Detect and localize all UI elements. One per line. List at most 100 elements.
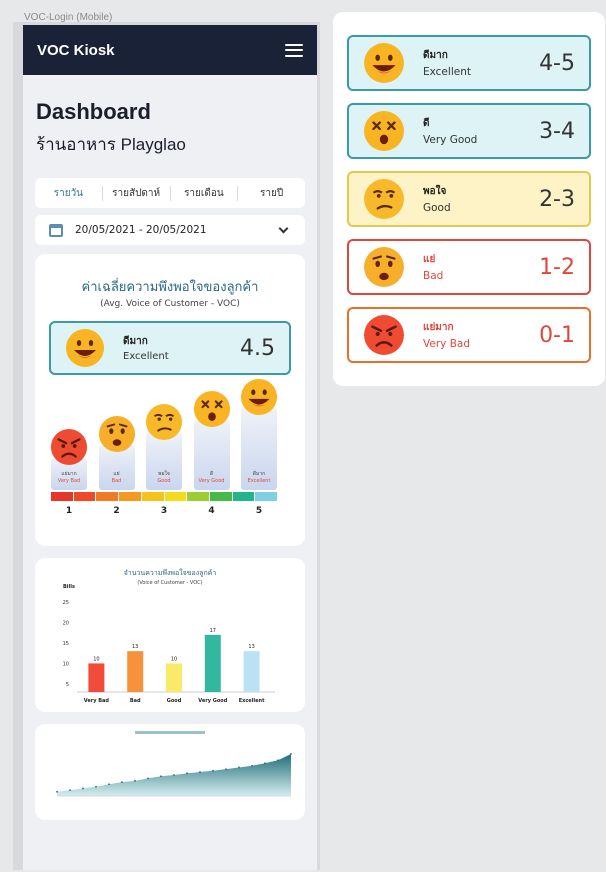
avg-score: 4.5 xyxy=(240,335,275,361)
tab-daily[interactable]: รายวัน xyxy=(35,186,102,201)
legend-text: ดีมาก Excellent xyxy=(423,48,539,78)
legend-label-en: Very Good xyxy=(423,134,478,146)
x-tick-label: Bad xyxy=(130,698,141,704)
trend-point xyxy=(251,764,253,767)
scale-color-segment xyxy=(187,492,209,501)
scale-label-en: Bad xyxy=(111,478,122,484)
dizzy-face-icon xyxy=(193,391,230,428)
y-tick-label: 10 xyxy=(63,661,69,667)
shop-name: ร้านอาหาร Playglao xyxy=(36,135,186,154)
legend-label-en: Very Bad xyxy=(423,338,470,350)
trend-title-placeholder xyxy=(135,731,205,734)
scale-color-segment xyxy=(73,492,96,501)
tab-monthly[interactable]: รายเดือน xyxy=(169,185,238,201)
trend-point xyxy=(108,783,110,786)
top-bar: VOC Kiosk xyxy=(23,25,317,75)
mobile-frame: VOC Kiosk Dashboard ร้านอาหาร Playglao ร… xyxy=(13,22,320,870)
scale-number: 5 xyxy=(255,506,263,516)
scale-color-segment xyxy=(51,492,73,501)
trend-point xyxy=(264,762,266,765)
avg-label-en: Excellent xyxy=(123,351,169,362)
legend-range: 3-4 xyxy=(539,118,575,144)
date-range-text: 20/05/2021 - 20/05/2021 xyxy=(75,224,207,236)
app-title: VOC Kiosk xyxy=(37,41,115,59)
scale-color-segment xyxy=(255,492,278,501)
trend-point xyxy=(199,771,201,773)
scale-number: 1 xyxy=(65,506,73,516)
period-tabs: รายวัน รายสัปดาห์ รายเดือน รายปี xyxy=(35,178,305,208)
scale-number: 3 xyxy=(160,506,168,516)
trend-point xyxy=(290,753,292,755)
bar xyxy=(88,663,105,692)
legend-label-th: พอใจ xyxy=(423,186,447,197)
legend-item: ดี Very Good 3-4 xyxy=(347,103,591,159)
legend-label-th: ดีมาก xyxy=(423,50,448,61)
x-tick-label: Very Good xyxy=(198,698,227,704)
scale-color-segment xyxy=(96,492,119,501)
date-range-select[interactable]: 20/05/2021 - 20/05/2021 xyxy=(35,215,305,245)
page-title: Dashboard xyxy=(36,99,151,124)
legend-range: 1-2 xyxy=(539,254,575,280)
calendar-icon xyxy=(49,223,63,237)
scale-color-segment xyxy=(232,492,255,501)
y-axis-label: Bills xyxy=(63,584,75,590)
tab-weekly[interactable]: รายสัปดาห์ xyxy=(101,185,170,201)
angry-face-icon xyxy=(50,428,88,465)
legend-label-en: Bad xyxy=(423,270,444,282)
happy-face-icon xyxy=(240,378,278,416)
meh-face-icon xyxy=(145,403,183,440)
bar xyxy=(204,634,221,692)
legend-range: 4-5 xyxy=(539,50,575,76)
voc-count-chart: จำนวนความพึงพอใจของลูกค้า (Voice of Custo… xyxy=(63,568,275,704)
legend-range: 2-3 xyxy=(539,186,575,212)
worried-face-icon xyxy=(98,416,135,453)
menu-icon[interactable] xyxy=(285,43,303,57)
scale-label-th: ดี xyxy=(209,471,214,477)
bar-value-label: 17 xyxy=(210,628,216,634)
trend-point xyxy=(56,790,58,793)
satisfaction-legend-panel: ดีมาก Excellent 4-5 ดี Very Good 3-4 พอใจ Good 2… xyxy=(333,12,605,386)
scale-label-en: Good xyxy=(157,478,171,484)
legend-label-th: ดี xyxy=(423,118,430,129)
legend-range: 0-1 xyxy=(539,322,575,348)
chart-title: จำนวนความพึงพอใจของลูกค้า xyxy=(124,568,217,577)
scale-color-segment xyxy=(209,492,232,501)
y-tick-label: 5 xyxy=(66,682,69,688)
legend-text: แย่มาก Very Bad xyxy=(423,320,539,350)
angry-face-icon xyxy=(364,315,404,355)
tab-yearly[interactable]: รายปี xyxy=(237,185,305,201)
y-tick-label: 25 xyxy=(63,600,69,606)
trend-point xyxy=(134,779,136,782)
legend-text: ดี Very Good xyxy=(423,116,539,146)
legend-label-th: แย่มาก xyxy=(423,322,454,333)
happy-face-icon xyxy=(364,43,404,83)
scale-label-th: พอใจ xyxy=(158,471,170,477)
chart-subtitle: (Voice of Customer - VOC) xyxy=(137,580,202,586)
chevron-down-icon xyxy=(278,223,289,233)
scale-color-segment xyxy=(141,492,164,501)
satisfaction-scale: แย่มาก Very Bad 1 แย่ Bad 2 พอใจ Good 3 ดี Very Go… xyxy=(50,378,278,550)
y-tick-label: 20 xyxy=(63,621,69,627)
dizzy-face-icon xyxy=(364,111,404,151)
trend-point xyxy=(95,785,97,788)
voc-count-card: จำนวนความพึงพอใจของลูกค้า (Voice of Custo… xyxy=(35,558,305,712)
legend-label-en: Excellent xyxy=(423,66,471,78)
trend-point xyxy=(173,774,175,776)
legend-item: ดีมาก Excellent 4-5 xyxy=(347,35,591,91)
trend-point xyxy=(160,775,162,778)
scale-label-th: แย่มาก xyxy=(61,471,77,477)
scale-number: 2 xyxy=(113,506,120,516)
scale-label-en: Very Bad xyxy=(57,478,81,484)
trend-point xyxy=(82,787,84,790)
bar-value-label: 10 xyxy=(93,656,99,662)
legend-item: แย่ Bad 1-2 xyxy=(347,239,591,295)
x-tick-label: Very Bad xyxy=(84,698,110,704)
legend-item: แย่มาก Very Bad 0-1 xyxy=(347,307,591,363)
bar xyxy=(243,651,260,692)
trend-point xyxy=(238,766,240,769)
trend-point xyxy=(212,769,214,772)
trend-point xyxy=(277,759,279,762)
meh-face-icon xyxy=(364,179,404,219)
worried-face-icon xyxy=(364,247,404,287)
bar-value-label: 10 xyxy=(171,656,177,662)
